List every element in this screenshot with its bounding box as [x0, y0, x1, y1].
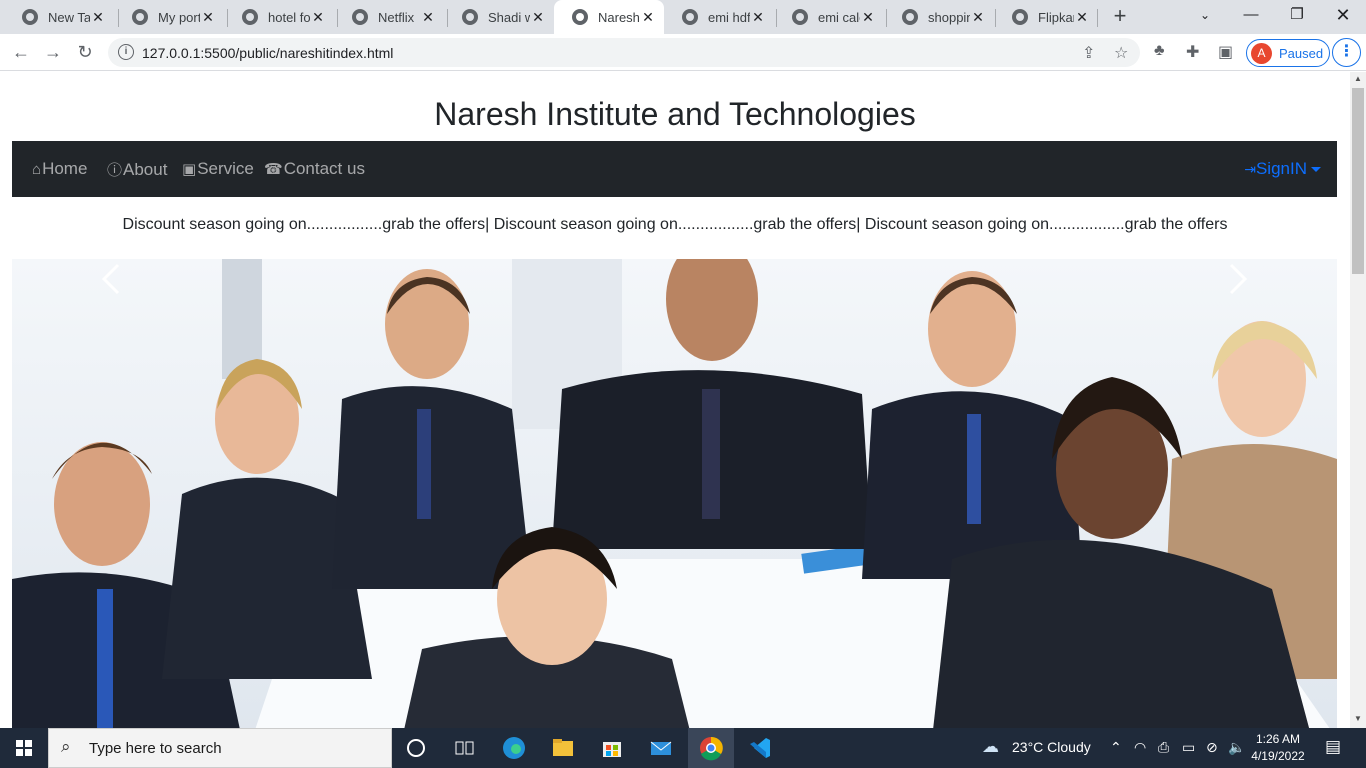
- profile-button[interactable]: A Paused: [1246, 39, 1330, 67]
- chevron-up-icon[interactable]: ⌃: [1110, 739, 1122, 756]
- offer-marquee: Discount season going on................…: [122, 216, 1228, 233]
- browser-tab[interactable]: shopping ✕: [884, 0, 994, 34]
- site-navbar: ⌂ Home ⓘ About ▣ Service ☎ Contact us ⇥ SignI…: [12, 141, 1337, 197]
- cloud-weather-icon: ☁: [982, 737, 999, 756]
- browser-tab[interactable]: New Tab ✕: [4, 0, 114, 34]
- home-icon: ⌂: [32, 160, 42, 178]
- restore-button[interactable]: ❐: [1274, 0, 1320, 32]
- chrome-icon[interactable]: [697, 734, 725, 762]
- page-viewport: Naresh Institute and Technologies ⌂ Home …: [0, 72, 1350, 728]
- browser-toolbar: ← → ↻ i 127.0.0.1:5500/public/nareshitin…: [0, 34, 1366, 71]
- browser-tab[interactable]: emi hdfc ✕: [664, 0, 774, 34]
- minimize-button[interactable]: —: [1228, 0, 1274, 32]
- scroll-up-icon[interactable]: ▲: [1350, 74, 1366, 83]
- volume-icon[interactable]: 🔈: [1228, 739, 1245, 756]
- close-tab-icon[interactable]: ✕: [90, 9, 106, 26]
- browser-tab[interactable]: Flipkart ✕: [994, 0, 1098, 34]
- puzzle-extensions-icon[interactable]: ✚: [1186, 42, 1199, 62]
- carousel-next-icon[interactable]: [1217, 259, 1257, 299]
- question-circle-icon: ⓘ: [107, 162, 123, 179]
- browser-tab[interactable]: emi calc ✕: [774, 0, 884, 34]
- share-icon[interactable]: ⇪: [1082, 43, 1095, 63]
- search-icon: ⌕: [61, 737, 71, 756]
- reload-button[interactable]: ↻: [72, 40, 98, 66]
- store-icon[interactable]: [598, 734, 626, 762]
- close-tab-icon[interactable]: ✕: [750, 9, 766, 26]
- network-icon[interactable]: ⊘: [1206, 739, 1218, 756]
- page-scrollbar[interactable]: ▲ ▼: [1350, 72, 1366, 728]
- close-tab-icon[interactable]: ✕: [420, 9, 436, 26]
- nav-home[interactable]: ⌂ Home: [32, 159, 87, 179]
- windows-start-icon[interactable]: [0, 728, 48, 768]
- browser-menu-button[interactable]: ⋮: [1332, 38, 1361, 67]
- close-tab-icon[interactable]: ✕: [640, 9, 656, 26]
- close-tab-icon[interactable]: ✕: [1074, 9, 1090, 26]
- browser-tab[interactable]: My portfolio ✕: [114, 0, 224, 34]
- business-team-photo: [12, 259, 1337, 728]
- device-icon[interactable]: ⎙: [1158, 739, 1169, 756]
- browser-tab[interactable]: Netflix ✕: [334, 0, 444, 34]
- globe-icon: [1012, 9, 1028, 25]
- cortana-icon[interactable]: [402, 734, 430, 762]
- avatar: A: [1251, 43, 1272, 64]
- side-panel-icon[interactable]: ▣: [1218, 42, 1233, 62]
- forward-button[interactable]: →: [40, 40, 66, 66]
- close-tab-icon[interactable]: ✕: [970, 9, 986, 26]
- mail-icon[interactable]: [647, 734, 675, 762]
- new-tab-button[interactable]: +: [1108, 5, 1132, 29]
- task-view-icon[interactable]: [450, 734, 478, 762]
- close-window-button[interactable]: ✕: [1320, 0, 1366, 32]
- close-tab-icon[interactable]: ✕: [310, 9, 326, 26]
- notifications-icon[interactable]: ▤: [1325, 737, 1341, 757]
- globe-icon: [682, 9, 698, 25]
- browser-tab-strip: New Tab ✕ My portfolio ✕ hotel for ✕ Net…: [0, 0, 1366, 34]
- edge-icon[interactable]: [500, 734, 528, 762]
- close-tab-icon[interactable]: ✕: [200, 9, 216, 26]
- nav-about[interactable]: ⓘ About: [107, 159, 167, 180]
- globe-icon: [352, 9, 368, 25]
- address-bar[interactable]: i 127.0.0.1:5500/public/nareshitindex.ht…: [108, 38, 1140, 67]
- scroll-down-icon[interactable]: ▼: [1350, 714, 1366, 723]
- caret-down-icon: [1311, 166, 1321, 172]
- login-icon: ⇥: [1244, 160, 1256, 177]
- person-badge-icon: ▣: [182, 161, 197, 178]
- image-carousel: [12, 259, 1337, 728]
- browser-tab[interactable]: Shadi website ✕: [444, 0, 554, 34]
- scrollbar-thumb[interactable]: [1352, 88, 1364, 274]
- signin-dropdown[interactable]: ⇥ SignIN: [1244, 159, 1321, 179]
- url-text[interactable]: 127.0.0.1:5500/public/nareshitindex.html: [142, 45, 393, 61]
- phone-icon: ☎: [264, 161, 283, 178]
- file-explorer-icon[interactable]: [549, 734, 577, 762]
- battery-icon[interactable]: ▭: [1182, 739, 1195, 756]
- vscode-icon[interactable]: [746, 734, 774, 762]
- globe-icon: [902, 9, 918, 25]
- page-title: Naresh Institute and Technologies: [434, 96, 916, 132]
- globe-icon: [792, 9, 808, 25]
- nav-service[interactable]: ▣ Service: [182, 159, 254, 179]
- windows-taskbar: ⌕ Type here to search ☁ 23°C Cloudy ⌃ ◠ …: [0, 728, 1366, 768]
- nav-contact[interactable]: ☎ Contact us: [264, 159, 365, 179]
- globe-icon: [462, 9, 478, 25]
- globe-icon: [242, 9, 258, 25]
- clock-date: 4/19/2022: [1251, 749, 1305, 763]
- close-tab-icon[interactable]: ✕: [860, 9, 876, 26]
- close-tab-icon[interactable]: ✕: [530, 9, 546, 26]
- profile-status: Paused: [1279, 46, 1324, 61]
- tab-search-icon[interactable]: ⌄: [1182, 0, 1228, 32]
- bookmark-star-icon[interactable]: ☆: [1114, 43, 1128, 63]
- clock-time: 1:26 AM: [1255, 732, 1301, 746]
- globe-icon: [572, 9, 588, 25]
- back-button[interactable]: ←: [8, 40, 34, 66]
- carousel-prev-icon[interactable]: [92, 259, 132, 299]
- taskbar-search-box[interactable]: ⌕ Type here to search: [48, 728, 392, 768]
- weather-text[interactable]: 23°C Cloudy: [1012, 739, 1091, 755]
- browser-tab[interactable]: hotel for ✕: [224, 0, 334, 34]
- browser-tab-active[interactable]: Naresh Institute ✕: [554, 0, 664, 34]
- site-info-icon[interactable]: i: [118, 44, 134, 60]
- globe-icon: [22, 9, 38, 25]
- globe-icon: [132, 9, 148, 25]
- extension-icon[interactable]: ♣: [1154, 42, 1165, 60]
- wifi-icon[interactable]: ◠: [1134, 739, 1146, 756]
- system-clock[interactable]: 1:26 AM 4/19/2022: [1248, 731, 1308, 765]
